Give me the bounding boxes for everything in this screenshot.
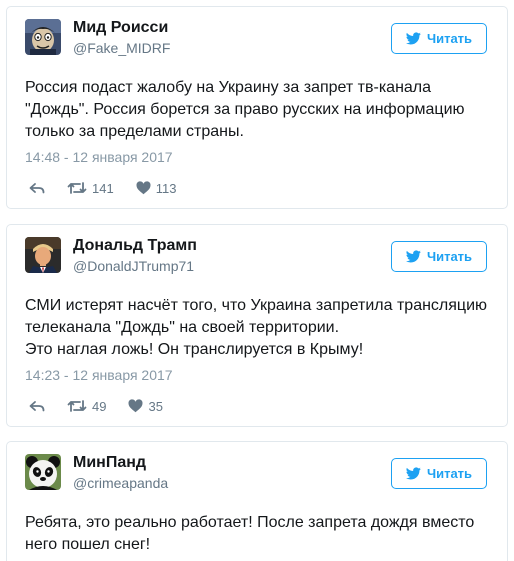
reply-icon: [29, 401, 45, 412]
tweet-timestamp[interactable]: 14:23 - 12 января 2017: [25, 367, 173, 383]
display-name[interactable]: МинПанд: [73, 454, 146, 472]
like-count: 35: [148, 398, 163, 414]
tweet-actions: 49 35: [29, 397, 185, 415]
man-portrait-avatar-icon: [25, 237, 61, 273]
retweet-button[interactable]: 49: [67, 399, 106, 414]
follow-button[interactable]: Читать: [391, 458, 487, 489]
tweet-timestamp[interactable]: 14:48 - 12 января 2017: [25, 149, 173, 165]
tweet-text: Россия подаст жалобу на Украину за запре…: [25, 77, 495, 143]
tweet-text-line: Это наглая ложь! Он транслируется в Крым…: [25, 341, 364, 358]
display-name[interactable]: Мид Роисси: [73, 19, 168, 37]
tweet-text-line: Россия подаст жалобу на Украину за запре…: [25, 79, 432, 96]
follow-label: Читать: [426, 31, 473, 46]
tweet-card: Мид Роисси @Fake_MIDRF Читать Россия под…: [6, 6, 508, 209]
like-button[interactable]: 35: [128, 398, 163, 414]
retweet-icon: [67, 400, 87, 412]
tweet-text-line: "Дождь". Россия борется за право русских…: [25, 101, 465, 118]
reply-button[interactable]: [29, 181, 45, 195]
heart-icon: [128, 399, 143, 413]
follow-button[interactable]: Читать: [391, 23, 487, 54]
tweet-card: МинПанд @crimeapanda Читать Ребята, это …: [6, 441, 508, 561]
like-button[interactable]: 113: [136, 180, 177, 196]
avatar[interactable]: [25, 454, 61, 490]
reply-icon: [29, 183, 45, 194]
retweet-icon: [67, 182, 87, 194]
tweet-text-line: только за пределами страны.: [25, 123, 244, 140]
tweet-text-line: телеканала "Дождь" на своей территории.: [25, 319, 340, 336]
user-handle[interactable]: @Fake_MIDRF: [73, 40, 170, 56]
retweet-count: 49: [92, 398, 107, 414]
retweet-button[interactable]: 141: [67, 181, 114, 196]
bird-icon: [405, 32, 421, 45]
follow-button[interactable]: Читать: [391, 241, 487, 272]
avatar[interactable]: [25, 237, 61, 273]
tweet-text-line: Ребята, это реально работает! После запр…: [25, 514, 475, 531]
avatar[interactable]: [25, 19, 61, 55]
like-count: 113: [155, 180, 177, 196]
cartoon-face-avatar-icon: [25, 19, 61, 55]
tweet-actions: 141 113: [29, 179, 198, 197]
bird-icon: [405, 467, 421, 480]
heart-icon: [136, 181, 151, 195]
tweet-card: Дональд Трамп @DonaldJTrump71 Читать СМИ…: [6, 224, 508, 427]
user-handle[interactable]: @crimeapanda: [73, 475, 168, 491]
reply-button[interactable]: [29, 399, 45, 413]
display-name[interactable]: Дональд Трамп: [73, 237, 197, 255]
tweet-text-line: него пошел снег!: [25, 536, 151, 553]
panda-avatar-icon: [25, 454, 61, 490]
tweet-text-line: СМИ истерят насчёт того, что Украина зап…: [25, 297, 488, 314]
tweet-text: СМИ истерят насчёт того, что Украина зап…: [25, 295, 495, 361]
follow-label: Читать: [426, 249, 473, 264]
retweet-count: 141: [92, 180, 114, 196]
bird-icon: [405, 250, 421, 263]
user-handle[interactable]: @DonaldJTrump71: [73, 258, 194, 274]
tweet-text: Ребята, это реально работает! После запр…: [25, 512, 495, 556]
follow-label: Читать: [426, 466, 473, 481]
